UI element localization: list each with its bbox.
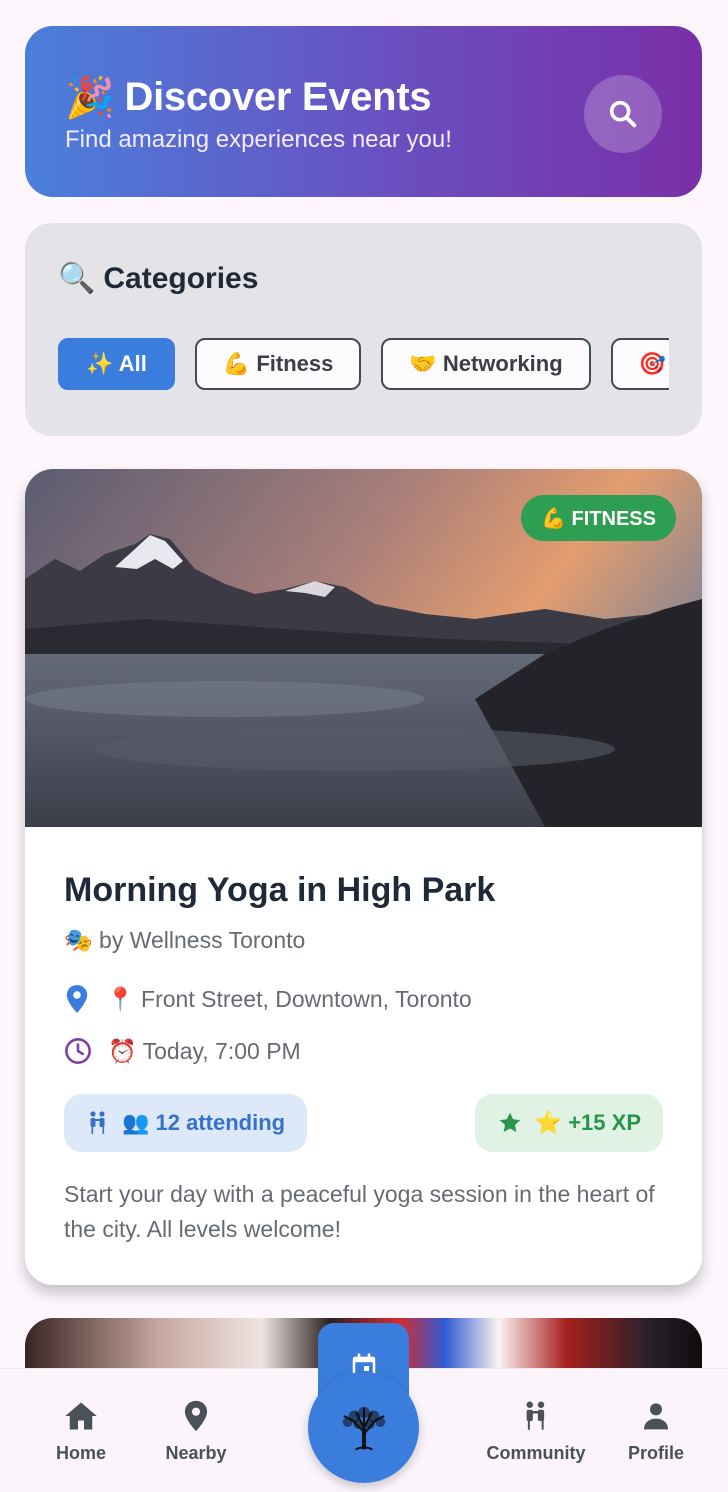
star-icon [499,1112,520,1132]
location-pin-icon [184,1400,208,1432]
event-time: ⏰ Today, 7:00 PM [108,1037,301,1064]
chip-networking[interactable]: 🤝 Networking [381,338,591,390]
xp-text: ⭐ +15 XP [534,1110,641,1135]
attending-count: 👥 12 attending [64,1094,308,1152]
event-description: Start your day with a peaceful yoga sess… [64,1181,655,1242]
tree-home-button[interactable] [308,1372,419,1483]
chip-all[interactable]: ✨ All [58,338,175,390]
page-subtitle: Find amazing experiences near you! [65,126,452,153]
magnifier-icon: 🔍 [58,262,96,295]
nav-profile-label: Profile [627,1443,684,1463]
person-icon [644,1403,668,1430]
nav-home[interactable]: Home [26,1399,136,1464]
people-icon [90,1111,105,1134]
attending-text: 👥 12 attending [122,1110,286,1135]
nav-community[interactable]: Community [481,1399,591,1464]
categories-heading-text: Categories [103,261,259,295]
categories-heading: 🔍 Categories [58,261,258,296]
event-location: 📍 Front Street, Downtown, Toronto [106,985,472,1012]
nav-profile[interactable]: Profile [601,1399,711,1464]
home-icon [65,1402,97,1430]
party-popper-icon: 🎉 [65,76,115,120]
page-title: 🎉 Discover Events [65,74,432,121]
people-icon [526,1401,545,1430]
chip-fitness[interactable]: 💪 Fitness [194,338,362,390]
event-card[interactable]: 💪 FITNESS Morning Yoga in High Park 🎭 by… [25,469,702,1285]
category-chip-list[interactable]: ✨ All 💪 Fitness 🤝 Networking 🎯 S [58,338,669,392]
header-banner: 🎉 Discover Events Find amazing experienc… [25,26,702,197]
location-pin-icon [66,985,88,1013]
event-organizer: 🎭 by Wellness Toronto [64,927,306,953]
event-location-row: 📍 Front Street, Downtown, Toronto [64,984,472,1014]
categories-panel: 🔍 Categories ✨ All 💪 Fitness 🤝 Networkin… [25,223,702,436]
search-button[interactable] [584,75,662,153]
search-icon [609,100,637,128]
event-time-row: ⏰ Today, 7:00 PM [64,1037,301,1065]
category-badge: 💪 FITNESS [521,495,676,541]
tree-icon [342,1406,385,1450]
nav-home-label: Home [55,1443,106,1463]
xp-reward: ⭐ +15 XP [474,1094,663,1152]
nav-nearby-label: Nearby [165,1443,227,1463]
chip-sports[interactable]: 🎯 S [610,338,669,390]
nav-community-label: Community [486,1443,586,1463]
page-title-text: Discover Events [124,75,432,119]
nav-nearby[interactable]: Nearby [141,1399,251,1464]
clock-icon [65,1038,91,1064]
event-title: Morning Yoga in High Park [64,871,496,909]
